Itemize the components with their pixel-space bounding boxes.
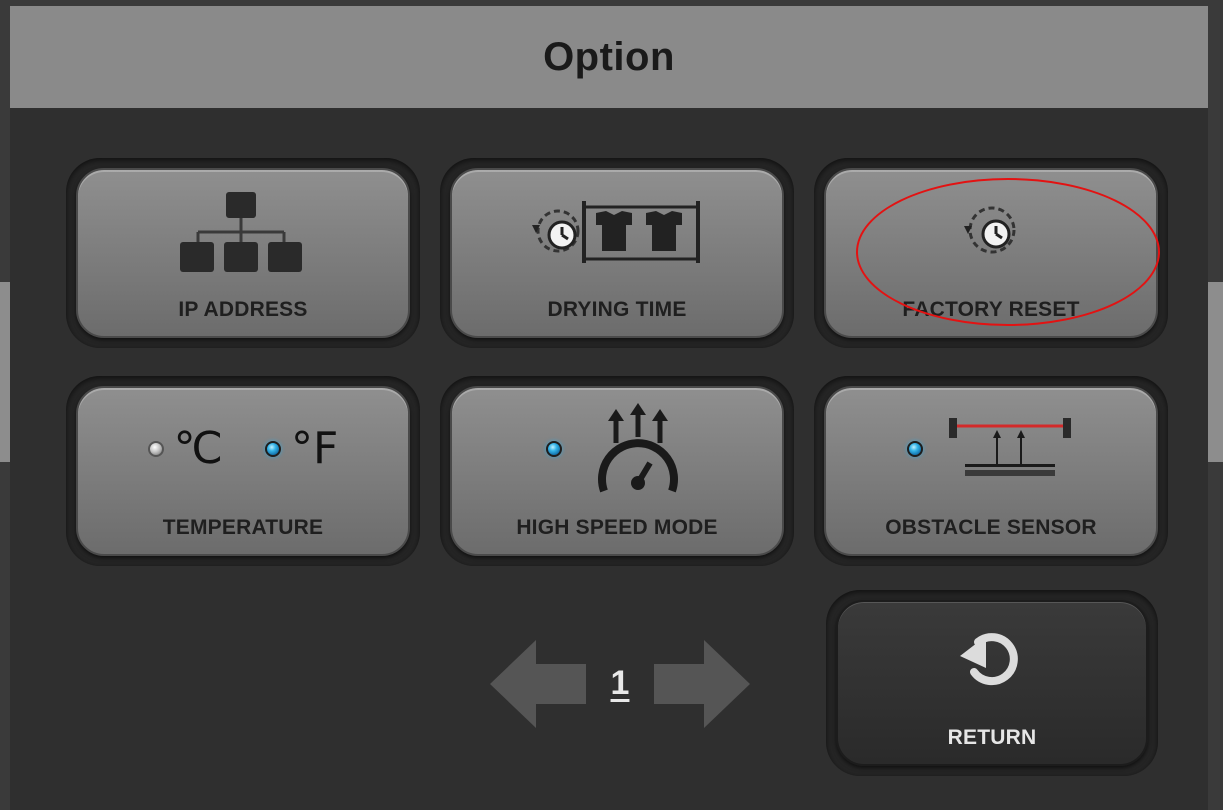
dialog-titlebar: Option (10, 6, 1208, 108)
return-label: RETURN (947, 726, 1037, 749)
high-speed-led-indicator (546, 441, 562, 457)
page-navigator: 1 (490, 634, 750, 734)
factory-reset-button[interactable]: FACTORY RESET (824, 168, 1158, 338)
dialog-title: Option (543, 34, 675, 79)
temperature-label: TEMPERATURE (162, 516, 324, 539)
previous-page-arrow-icon[interactable] (490, 634, 586, 734)
speedometer-icon (598, 403, 678, 493)
current-page-number: 1 (610, 664, 630, 702)
ip-address-well: IP ADDRESS (66, 158, 420, 348)
high-speed-mode-label: HIGH SPEED MODE (516, 516, 718, 539)
drying-time-button[interactable]: DRYING TIME (450, 168, 784, 338)
celsius-led-indicator (147, 441, 164, 457)
temperature-well: ℃ °F TEMPERATURE (66, 376, 420, 566)
sensor-beam-icon (949, 418, 1071, 476)
high-speed-mode-well: HIGH SPEED MODE (440, 376, 794, 566)
obstacle-sensor-label: OBSTACLE SENSOR (885, 516, 1097, 539)
drying-time-well: DRYING TIME (440, 158, 794, 348)
network-icon (78, 188, 408, 274)
ip-address-label: IP ADDRESS (178, 298, 308, 321)
option-dialog: Option IP ADDRESS DRYING TIME FACTORY RE… (10, 6, 1208, 810)
high-speed-mode-button[interactable]: HIGH SPEED MODE (450, 386, 784, 556)
obstacle-sensor-led-indicator (907, 441, 923, 457)
temperature-button[interactable]: ℃ °F TEMPERATURE (76, 386, 410, 556)
fahrenheit-symbol: °F (291, 423, 339, 474)
fahrenheit-led-indicator (265, 441, 282, 457)
background-band-right (1208, 282, 1223, 462)
return-button[interactable]: RETURN (836, 600, 1148, 766)
return-arrow-icon (838, 616, 1146, 696)
drying-timer-icon (452, 188, 782, 274)
drying-time-label: DRYING TIME (547, 298, 687, 321)
obstacle-sensor-well: OBSTACLE SENSOR (814, 376, 1168, 566)
factory-reset-well: FACTORY RESET (814, 158, 1168, 348)
obstacle-sensor-indicator (826, 406, 1156, 492)
ip-address-button[interactable]: IP ADDRESS (76, 168, 410, 338)
temperature-unit-selector: ℃ °F (78, 406, 408, 492)
return-well: RETURN (826, 590, 1158, 776)
high-speed-mode-indicator (452, 403, 782, 493)
obstacle-sensor-button[interactable]: OBSTACLE SENSOR (824, 386, 1158, 556)
reset-clock-icon (826, 188, 1156, 274)
factory-reset-label: FACTORY RESET (902, 298, 1080, 321)
next-page-arrow-icon[interactable] (654, 634, 750, 734)
celsius-symbol: ℃ (173, 423, 224, 474)
